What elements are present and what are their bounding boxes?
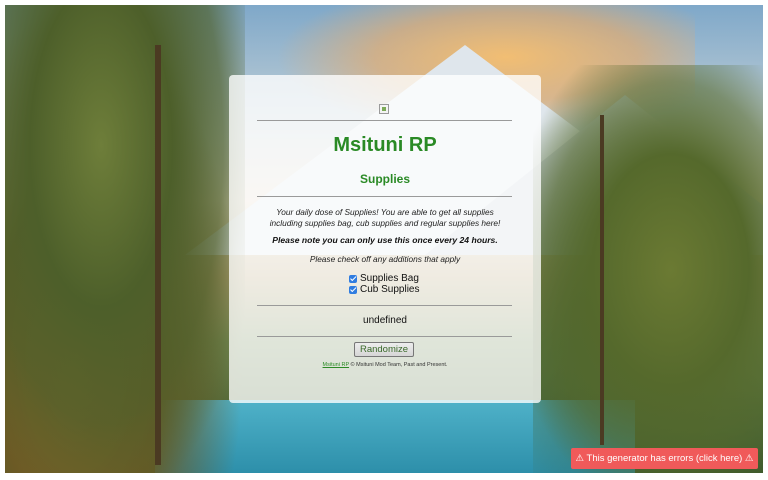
footer-text: © Msituni Mod Team, Past and Present.: [349, 362, 448, 368]
background-painting: Msituni RP Supplies Your daily dose of S…: [5, 5, 763, 473]
tree-trunk: [155, 45, 161, 465]
divider: [257, 120, 512, 121]
trees-left: [5, 5, 245, 473]
trees-right: [533, 65, 763, 473]
option-label: Supplies Bag: [360, 273, 419, 284]
options-prompt: Please check off any additions that appl…: [309, 254, 461, 264]
divider: [257, 305, 512, 306]
page-subtitle: Supplies: [359, 172, 410, 186]
description-text: Your daily dose of Supplies! You are abl…: [269, 207, 501, 228]
randomize-button[interactable]: Randomize: [354, 342, 414, 357]
divider: [257, 336, 512, 337]
footer-link[interactable]: Msituni RP: [323, 362, 350, 368]
page-title: Msituni RP: [333, 134, 437, 156]
options-list: Supplies Bag Cub Supplies: [349, 273, 419, 295]
tree-trunk: [600, 115, 604, 445]
generator-card: Msituni RP Supplies Your daily dose of S…: [229, 75, 541, 403]
option-label: Cub Supplies: [360, 284, 420, 295]
option-supplies-bag[interactable]: Supplies Bag: [349, 273, 419, 284]
option-cub-supplies[interactable]: Cub Supplies: [349, 284, 419, 295]
logo-image: [379, 104, 389, 114]
error-banner[interactable]: ⚠ This generator has errors (click here)…: [571, 448, 758, 469]
supplies-bag-checkbox[interactable]: [349, 274, 357, 283]
result-output: undefined: [363, 315, 407, 326]
divider: [257, 196, 512, 197]
cub-supplies-checkbox[interactable]: [349, 285, 357, 294]
footer: Msituni RP © Msituni Mod Team, Past and …: [229, 362, 541, 368]
usage-note: Please note you can only use this once e…: [272, 235, 498, 245]
